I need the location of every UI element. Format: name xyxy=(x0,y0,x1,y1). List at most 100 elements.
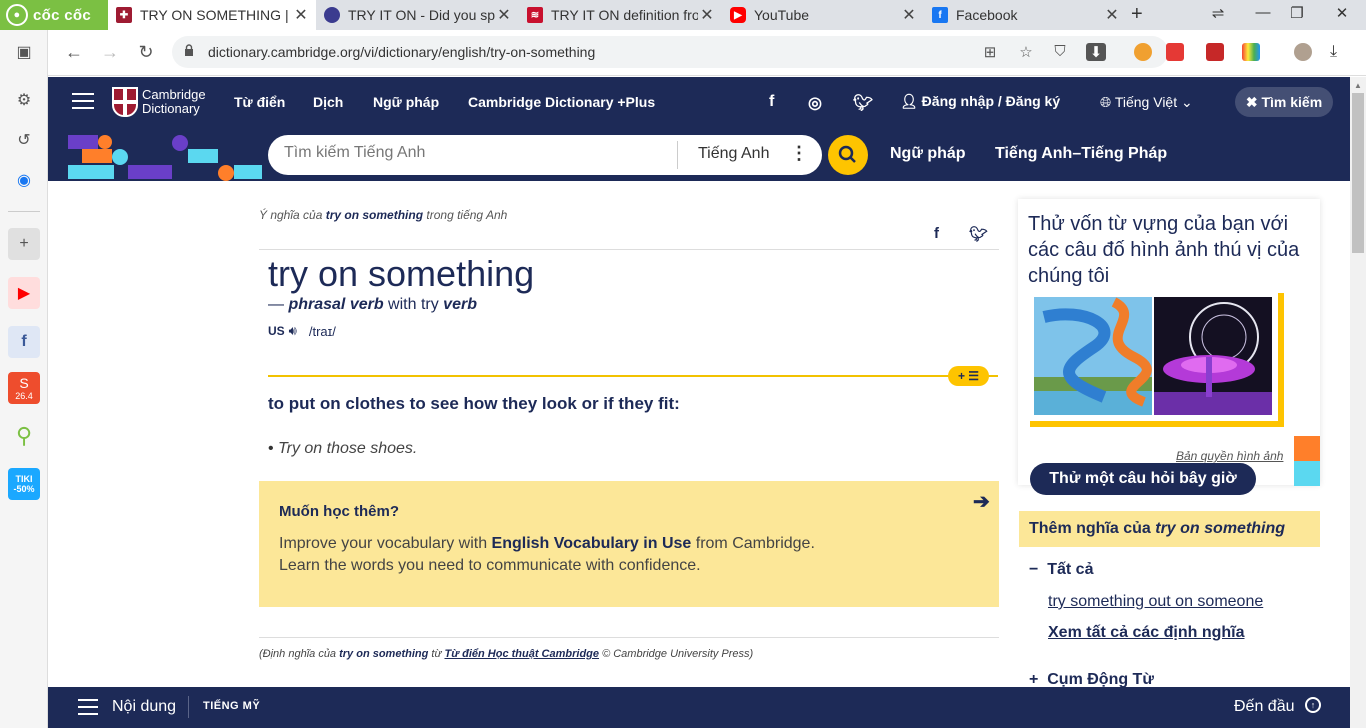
source-post: © Cambridge University Press) xyxy=(599,648,754,660)
nav-plus[interactable]: Cambridge Dictionary +Plus xyxy=(468,94,655,110)
new-tab-plus-icon[interactable]: + xyxy=(1131,3,1143,26)
arrow-up-icon[interactable]: ↑ xyxy=(1305,697,1321,713)
bottom-divider xyxy=(188,696,189,718)
search-toggle-button[interactable]: ✖ Tìm kiếm xyxy=(1235,87,1333,117)
share-twitter-icon[interactable]: 🐦︎ xyxy=(969,225,988,243)
shopee-shortcut-icon[interactable]: S 26.4 xyxy=(8,372,40,404)
extension-new-icon[interactable] xyxy=(1166,43,1184,61)
add-to-wordlist-button[interactable]: + ☰ xyxy=(948,366,989,386)
share-facebook-icon[interactable]: f xyxy=(934,225,939,242)
extension-chrome-icon[interactable] xyxy=(1134,43,1152,61)
waterslide-image[interactable] xyxy=(1034,297,1152,415)
tab-try-it-on-did-you[interactable]: TRY IT ON - Did you spe ✕ xyxy=(316,0,519,30)
related-entry-link[interactable]: try something out on someone xyxy=(1048,593,1263,611)
scroll-up-icon[interactable]: ▲ xyxy=(1354,81,1362,90)
coccoc-brand[interactable]: ● cốc cốc xyxy=(0,0,108,30)
pos-verb[interactable]: verb xyxy=(443,296,477,313)
login-label: Đăng nhập / Đăng ký xyxy=(921,93,1061,109)
page-scrollbar[interactable]: ▲ xyxy=(1350,77,1366,728)
facebook-icon[interactable]: f xyxy=(769,93,774,111)
language-selector[interactable]: 🌐︎ Tiếng Việt ⌄ xyxy=(1100,94,1193,111)
tab-search-icon[interactable]: ⇌ xyxy=(1206,4,1230,22)
close-tab-icon[interactable]: ✕ xyxy=(292,5,310,25)
menu-hamburger-icon[interactable] xyxy=(72,93,94,111)
source-citation: (Định nghĩa của try on something từ Từ đ… xyxy=(259,648,753,660)
search-divider xyxy=(677,141,678,169)
dictionary-selector[interactable]: Tiếng Anh xyxy=(698,145,769,163)
download-arrow-icon[interactable]: ⤓ xyxy=(1330,43,1348,61)
chevron-down-icon: ⌄ xyxy=(1181,94,1193,110)
more-options-icon[interactable]: ⋮ xyxy=(790,143,808,164)
grammar-link[interactable]: Ngữ pháp xyxy=(890,145,966,163)
nav-dictionary[interactable]: Từ điển xyxy=(234,94,285,110)
tab-collins[interactable]: ≋ TRY IT ON definition fro ✕ xyxy=(519,0,722,30)
try-quiz-button[interactable]: Thử một câu hỏi bây giờ xyxy=(1030,463,1256,495)
back-to-top-link[interactable]: Đến đầu xyxy=(1234,698,1295,716)
facebook-shortcut-icon[interactable]: f xyxy=(8,326,40,358)
tab-facebook[interactable]: f Facebook ✕ xyxy=(924,0,1127,30)
profile-avatar-icon[interactable] xyxy=(1294,43,1312,61)
twitter-icon[interactable]: 🐦︎ xyxy=(853,93,873,113)
source-dictionary-link[interactable]: Từ điển Học thuật Cambridge xyxy=(444,648,599,660)
nav-translate[interactable]: Dịch xyxy=(313,94,343,110)
instagram-icon[interactable]: ◎ xyxy=(808,93,822,113)
arrow-right-icon[interactable]: ➔ xyxy=(973,489,990,514)
close-tab-icon[interactable]: ✕ xyxy=(1103,5,1121,25)
close-tab-icon[interactable]: ✕ xyxy=(698,5,716,25)
coccoc-tool-icon[interactable]: ⚲ xyxy=(8,420,40,452)
tab-title: YouTube xyxy=(754,7,810,23)
promo-book-title: English Vocabulary in Use xyxy=(491,535,692,552)
login-link[interactable]: 👤︎ Đăng nhập / Đăng ký xyxy=(900,93,1060,110)
language-label: Tiếng Việt xyxy=(1114,94,1178,110)
address-bar[interactable]: dictionary.cambridge.org/vi/dictionary/e… xyxy=(172,36,1168,68)
bookmark-star-icon[interactable]: ☆ xyxy=(1016,43,1036,61)
extension-red-icon[interactable] xyxy=(1206,43,1224,61)
search-button[interactable] xyxy=(828,135,868,175)
scroll-thumb[interactable] xyxy=(1352,93,1364,253)
us-english-link[interactable]: TIẾNG MỸ xyxy=(203,700,260,712)
maximize-icon[interactable]: ❐ xyxy=(1285,4,1309,22)
minimize-icon[interactable]: — xyxy=(1251,4,1275,21)
shield-icon[interactable]: ⛉ xyxy=(1050,43,1070,61)
all-toggle[interactable]: − Tất cả xyxy=(1029,561,1093,579)
history-icon[interactable]: ↺ xyxy=(8,124,40,156)
messenger-icon[interactable]: ◉ xyxy=(8,164,40,196)
quiz-title: Thử vốn từ vựng của bạn với các câu đố h… xyxy=(1028,213,1300,287)
download-icon[interactable]: ⬇ xyxy=(1086,43,1106,61)
cambridge-logo[interactable]: Cambridge Dictionary xyxy=(112,87,206,117)
contents-menu-icon[interactable] xyxy=(78,699,98,715)
tiki-shortcut-icon[interactable]: TIKI -50% xyxy=(8,468,40,500)
image-credit-link[interactable]: Bản quyền hình ảnh xyxy=(1176,449,1283,463)
browser-toolbar: ← → ↻ dictionary.cambridge.org/vi/dictio… xyxy=(48,30,1366,76)
plus-icon: + xyxy=(1029,671,1048,687)
forward-arrow-icon[interactable]: → xyxy=(98,40,122,64)
speaker-icon[interactable]: 🔊︎ xyxy=(289,323,297,339)
quiz-images[interactable] xyxy=(1030,293,1284,427)
settings-gear-icon[interactable]: ⚙ xyxy=(8,84,40,116)
close-window-icon[interactable]: ✕ xyxy=(1330,4,1354,22)
contents-link[interactable]: Nội dung xyxy=(112,698,176,716)
add-shortcut-icon[interactable]: + xyxy=(8,228,40,260)
search-input[interactable] xyxy=(284,144,664,162)
tab-try-on-something[interactable]: ✚ TRY ON SOMETHING | Ý ✕ xyxy=(108,0,316,30)
close-tab-icon[interactable]: ✕ xyxy=(900,5,918,25)
nav-grammar[interactable]: Ngữ pháp xyxy=(373,94,439,110)
close-tab-icon[interactable]: ✕ xyxy=(495,5,513,25)
back-arrow-icon[interactable]: ← xyxy=(62,40,86,64)
headword: try on something xyxy=(268,253,535,294)
promo-line1: Improve your vocabulary with English Voc… xyxy=(279,535,815,553)
translate-icon[interactable]: ⊞ xyxy=(980,43,1000,61)
tab-youtube[interactable]: ▶ YouTube ✕ xyxy=(722,0,924,30)
learn-more-box[interactable]: Muốn học thêm? Improve your vocabulary w… xyxy=(259,481,999,607)
english-french-link[interactable]: Tiếng Anh–Tiếng Pháp xyxy=(995,145,1167,163)
user-icon: 👤︎ xyxy=(900,93,922,109)
reload-icon[interactable]: ↻ xyxy=(134,40,158,64)
youtube-shortcut-icon[interactable]: ▶ xyxy=(8,277,40,309)
see-all-definitions-link[interactable]: Xem tất cả các định nghĩa xyxy=(1048,624,1245,642)
extension-colors-icon[interactable] xyxy=(1242,43,1260,61)
phrasal-verbs-toggle[interactable]: + Cụm Động Từ xyxy=(1029,671,1154,687)
carousel-image[interactable] xyxy=(1154,297,1272,415)
promo-line1-pre: Improve your vocabulary with xyxy=(279,535,492,552)
sidebar-toggle-icon[interactable]: ▣ xyxy=(8,36,40,68)
cambridge-favicon-icon: ✚ xyxy=(116,7,132,23)
